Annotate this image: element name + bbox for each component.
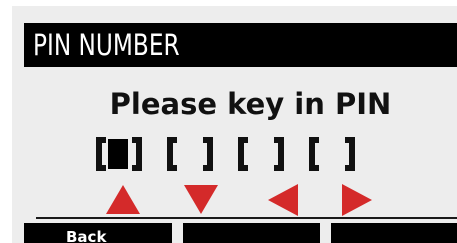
page-title: PIN NUMBER (33, 28, 180, 62)
pin-digit-slot-1[interactable] (96, 137, 156, 171)
right-bracket (345, 137, 355, 171)
pin-prompt: Please key in PIN (109, 87, 392, 121)
softkey-3[interactable] (331, 223, 457, 243)
lcd-screen: PIN NUMBER Please key in PIN Back (12, 6, 457, 243)
pin-digit-slot-3[interactable] (238, 137, 298, 171)
right-bracket (274, 137, 284, 171)
arrow-up-icon[interactable] (106, 185, 140, 214)
arrow-right-icon[interactable] (342, 184, 372, 216)
left-bracket (238, 137, 248, 171)
left-bracket (167, 137, 177, 171)
arrow-down-icon[interactable] (184, 185, 218, 214)
left-bracket (309, 137, 319, 171)
title-bar: PIN NUMBER (24, 23, 457, 67)
back-softkey[interactable]: Back (24, 223, 172, 243)
arrow-left-icon[interactable] (268, 184, 298, 216)
pin-digit-value (321, 137, 343, 171)
pin-cursor (108, 139, 128, 169)
pin-digit-value (179, 137, 201, 171)
softkey-divider (36, 217, 457, 219)
pin-digit-slot-2[interactable] (167, 137, 227, 171)
pin-digit-slot-4[interactable] (309, 137, 369, 171)
right-bracket (132, 137, 142, 171)
right-bracket (203, 137, 213, 171)
left-bracket (96, 137, 106, 171)
softkey-2[interactable] (183, 223, 320, 243)
pin-digit-value (250, 137, 272, 171)
